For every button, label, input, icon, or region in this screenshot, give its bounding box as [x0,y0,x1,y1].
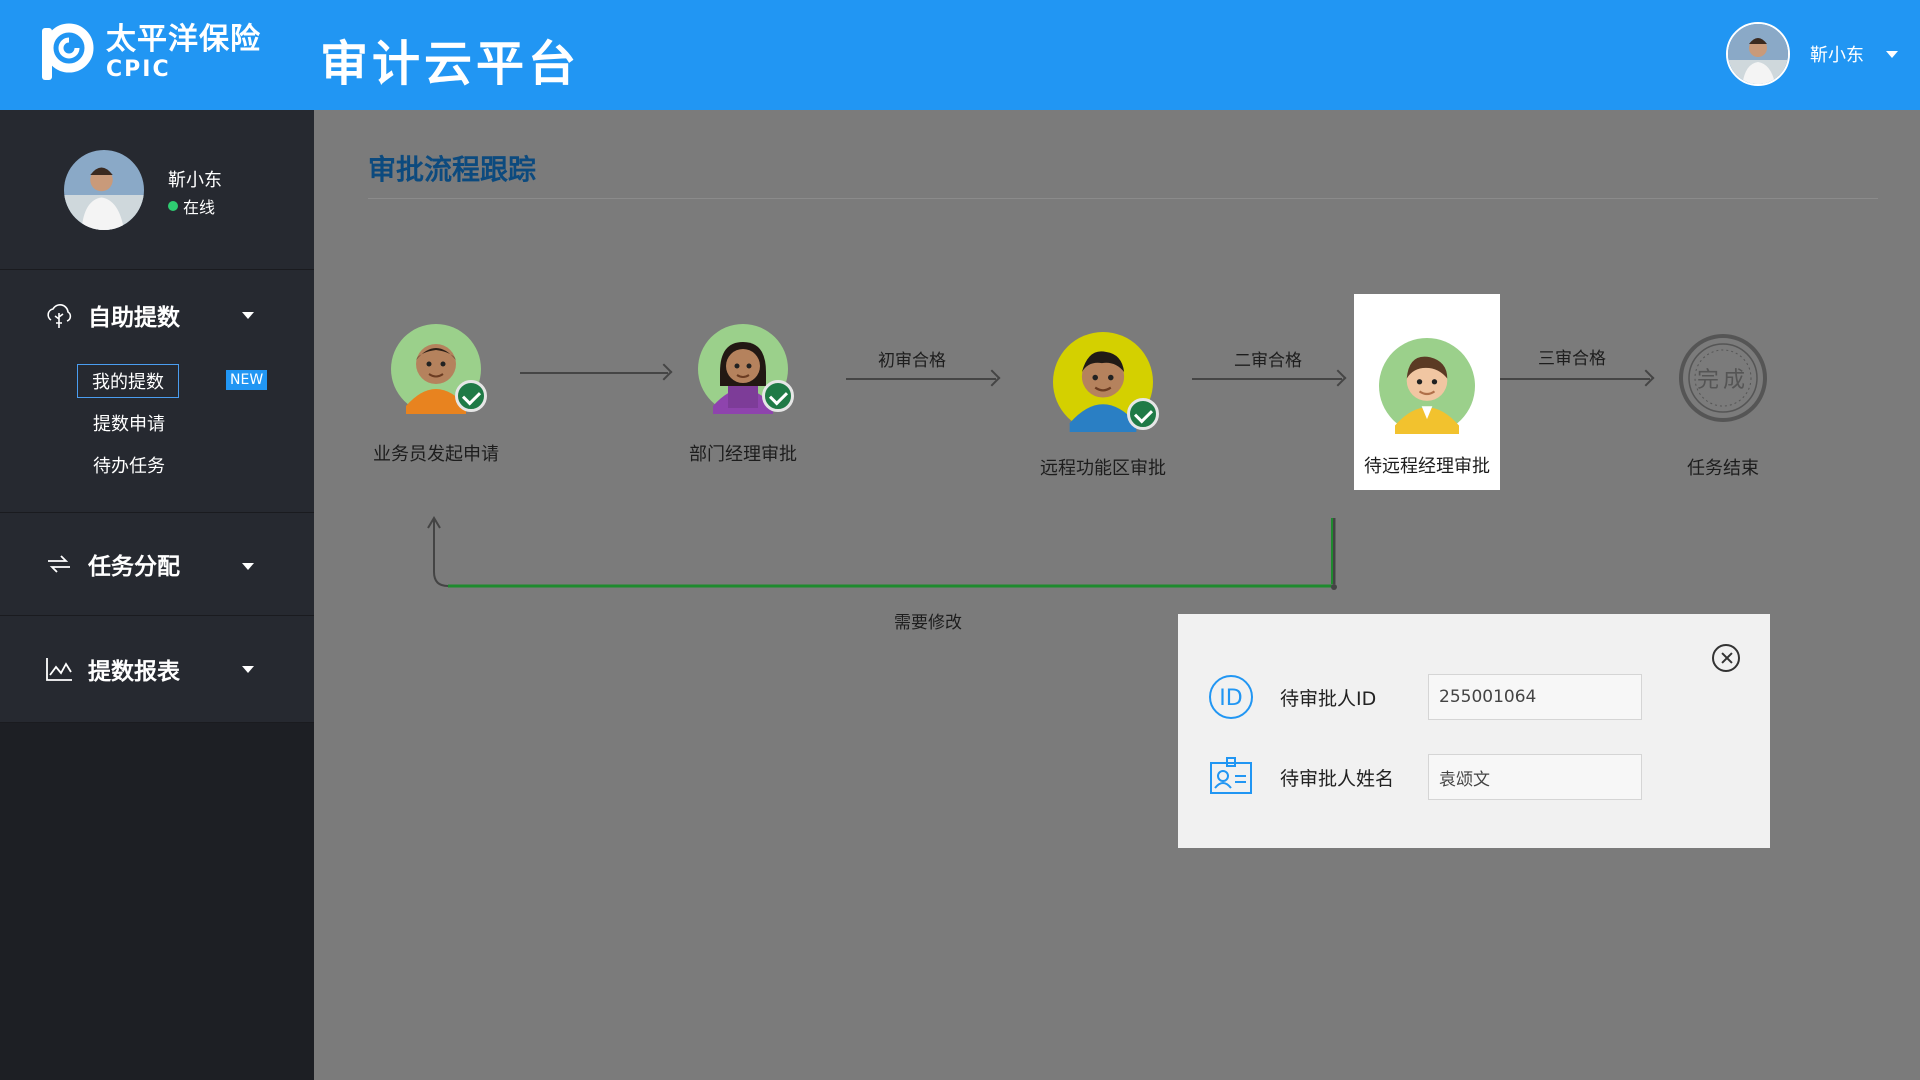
sidebar-item-label: 我的提数 [77,364,179,398]
close-icon[interactable] [1712,644,1740,672]
sidebar-item-task-assign[interactable]: 任务分配 [0,513,314,615]
transition-label: 初审合格 [878,351,946,371]
sidebar-user-name: 靳小东 [168,170,222,191]
flow-arrow-icon [1192,378,1342,380]
flow-step-remote-manager-current[interactable]: 待远程经理审批 [1354,294,1500,490]
step-label: 待远程经理审批 [1364,456,1490,477]
sidebar-item-pending-tasks[interactable]: 待办任务 [0,444,314,486]
approver-id-field[interactable] [1428,674,1642,720]
approver-id-row: ID 待审批人ID [1208,674,1642,720]
sidebar: 靳小东 在线 自助提数 我的提数 NEW 提数申请 待办任务 任务分配 提数报表 [0,110,314,1080]
divider [368,198,1878,199]
sidebar-group-task-assign: 任务分配 [0,513,314,616]
sidebar-item-label: 提数申请 [93,414,165,435]
group-label: 提数报表 [88,659,180,685]
online-dot-icon [168,201,178,211]
top-header: 太平洋保险 CPIC 审计云平台 靳小东 [0,0,1920,110]
stamp-text: 完成 [1696,368,1749,393]
group-label: 任务分配 [88,554,180,580]
logo-chinese-text: 太平洋保险 [106,22,261,57]
avatar [64,150,144,230]
cloud-tree-icon [47,304,72,328]
logo-english-text: CPIC [106,57,171,82]
flow-arrow-icon [1500,378,1650,380]
sidebar-item-data-request[interactable]: 提数申请 [0,402,314,444]
approver-name-row: 待审批人姓名 [1208,754,1642,800]
avatar-photo [1728,24,1788,84]
user-name: 靳小东 [1810,45,1864,66]
page-title: 审批流程跟踪 [368,153,537,186]
sidebar-group-reports: 提数报表 [0,616,314,723]
flow-step-remote-zone[interactable]: 远程功能区审批 [1028,332,1178,480]
avatar-photo [64,150,144,230]
sidebar-item-label: 待办任务 [93,456,165,477]
sidebar-item-my-data[interactable]: 我的提数 NEW [0,360,314,402]
avatar [1053,332,1159,432]
swap-arrows-icon [48,555,70,573]
feedback-label: 需要修改 [894,613,962,633]
avatar [698,324,794,414]
flow-step-dept-manager[interactable]: 部门经理审批 [684,324,802,466]
stamp-icon: 完成 [1677,332,1769,424]
step-label: 任务结束 [1687,458,1759,479]
approver-name-label: 待审批人姓名 [1280,767,1395,790]
check-icon [455,380,487,412]
sidebar-profile: 靳小东 在线 [0,110,314,270]
sidebar-item-reports[interactable]: 提数报表 [0,616,314,722]
avatar [391,324,487,414]
main-content: 审批流程跟踪 业务员发起申请 部门经理审批 初审合格 远程功能区审批 二审合格 … [314,110,1920,1080]
contact-card-icon [1210,757,1252,794]
user-menu[interactable]: 靳小东 [1726,22,1898,86]
sidebar-group-self-service: 自助提数 我的提数 NEW 提数申请 待办任务 [0,270,314,513]
chevron-down-icon[interactable] [242,666,254,673]
sidebar-item-self-service[interactable]: 自助提数 [0,270,314,360]
chevron-down-icon[interactable] [1886,50,1898,58]
app-title: 审计云平台 [320,36,581,92]
step-label: 部门经理审批 [689,444,797,465]
step-label: 业务员发起申请 [373,444,499,465]
avatar [1379,338,1475,434]
step-label: 远程功能区审批 [1040,458,1166,479]
approver-name-field[interactable] [1428,754,1642,800]
cpic-logo[interactable]: 太平洋保险 CPIC [36,22,261,84]
status-text: 在线 [183,198,216,217]
check-icon [762,380,794,412]
check-icon [1127,398,1159,430]
new-badge: NEW [226,370,268,390]
flow-arrow-icon [520,372,668,374]
approver-id-label: 待审批人ID [1280,687,1377,710]
cpic-logo-icon [42,23,94,80]
remote-manager-avatar-icon [1379,338,1475,434]
chevron-down-icon[interactable] [242,563,254,570]
flow-step-applicant[interactable]: 业务员发起申请 [370,324,502,466]
feedback-loop-line [427,516,1337,590]
line-chart-icon [46,658,72,681]
group-label: 自助提数 [88,305,180,331]
transition-label: 三审合格 [1538,349,1606,369]
approver-info-popup: ID 待审批人ID 待审批人姓名 [1178,614,1770,848]
avatar[interactable] [1726,22,1790,86]
chevron-down-icon[interactable] [242,312,254,319]
transition-label: 二审合格 [1234,351,1302,371]
flow-arrow-icon [846,378,996,380]
online-status: 在线 [168,194,215,218]
svg-text:ID: ID [1219,686,1242,711]
id-badge-icon: ID [1209,675,1253,719]
flow-step-task-end[interactable]: 完成 任务结束 [1664,332,1782,480]
